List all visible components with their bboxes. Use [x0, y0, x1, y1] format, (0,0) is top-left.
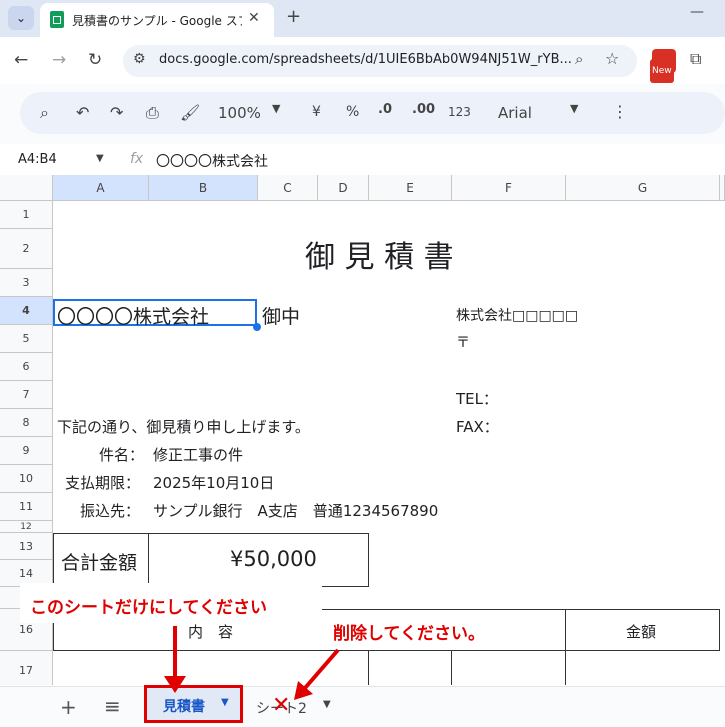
keep-arrow-head — [164, 676, 186, 693]
annotation-arrows — [164, 626, 340, 700]
delete-arrow-line — [303, 648, 340, 690]
